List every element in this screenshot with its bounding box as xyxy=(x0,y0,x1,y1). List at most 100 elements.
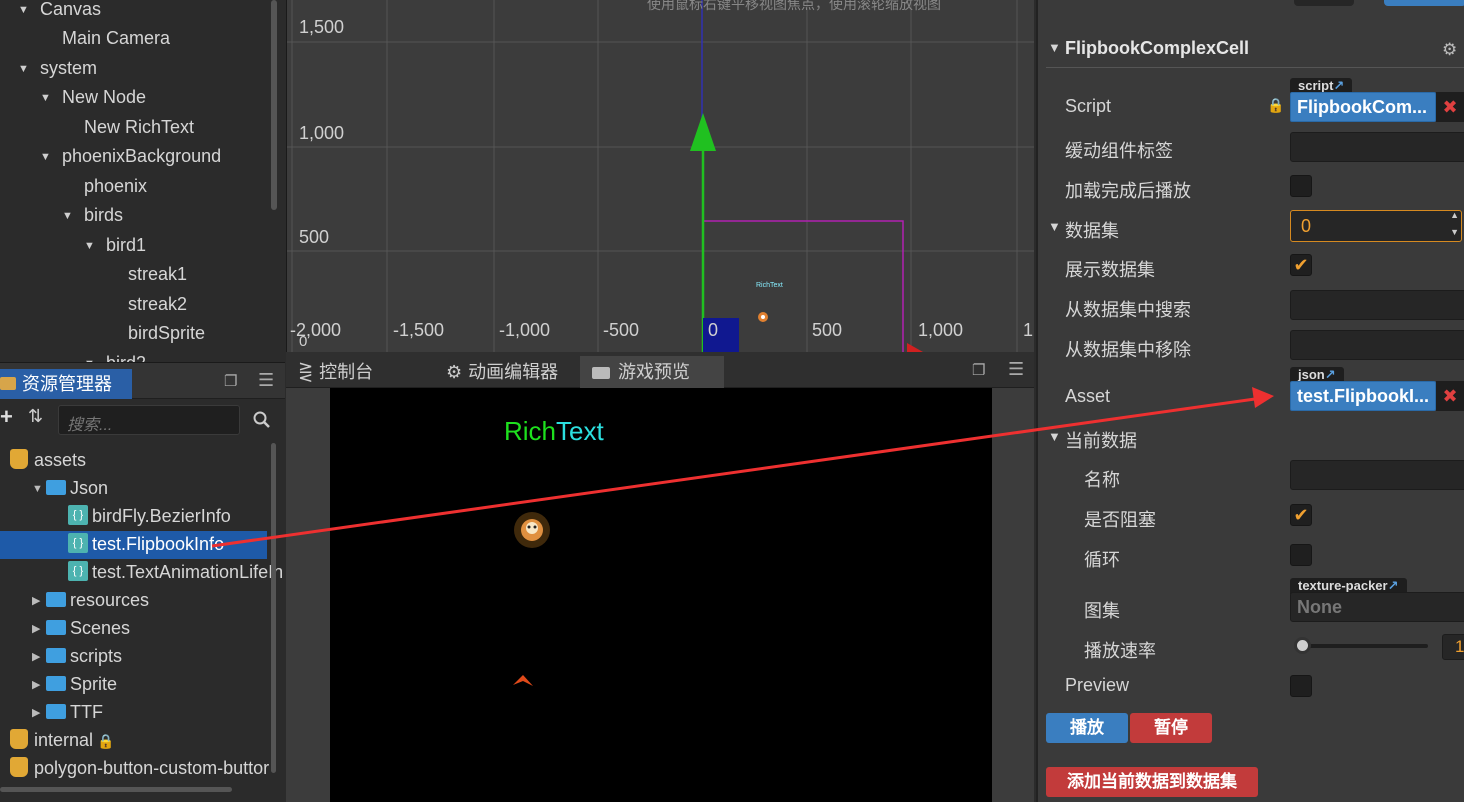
inspector-top-button[interactable] xyxy=(1384,0,1464,6)
external-link-icon[interactable]: ↗ xyxy=(1388,578,1399,593)
expand-arrow-icon[interactable]: ▶ xyxy=(32,588,46,614)
blocking-checkbox[interactable]: ✔ xyxy=(1290,504,1312,526)
menu-icon[interactable]: ☰ xyxy=(258,370,274,391)
play-button[interactable]: 播放 xyxy=(1046,713,1128,743)
menu-icon[interactable]: ☰ xyxy=(1008,359,1024,380)
tree-node[interactable]: ▼ Canvas xyxy=(0,0,101,27)
atlas-field[interactable]: None xyxy=(1290,592,1464,622)
add-to-dataset-button[interactable]: 添加当前数据到数据集 xyxy=(1046,767,1258,797)
tab-animation-editor[interactable]: ⚙ 动画编辑器 xyxy=(434,356,580,388)
pause-button[interactable]: 暂停 xyxy=(1130,713,1212,743)
tree-node[interactable]: ▼ birds xyxy=(0,204,123,233)
name-label: 名称 xyxy=(1084,470,1120,490)
external-link-icon[interactable]: ↗ xyxy=(1325,367,1336,382)
tab-console[interactable]: ⋛ 控制台 xyxy=(286,356,434,388)
add-icon[interactable]: + xyxy=(0,404,13,430)
expand-arrow-icon[interactable]: ▼ xyxy=(40,146,52,168)
expand-arrow-icon[interactable]: ▼ xyxy=(18,58,30,80)
expand-arrow-icon[interactable]: ▼ xyxy=(32,476,46,502)
asset-item[interactable]: ▼ Json xyxy=(0,475,267,503)
script-asset-field[interactable]: FlipbookCom... xyxy=(1290,92,1436,122)
clear-asset-button[interactable]: ✖ xyxy=(1436,381,1464,411)
y-tick-label: 1,000 xyxy=(299,123,345,143)
increment-icon[interactable]: ▲ xyxy=(1450,210,1459,220)
speed-slider-track[interactable] xyxy=(1300,644,1428,648)
buffer-tag-input[interactable] xyxy=(1290,132,1464,162)
remove-dataset-input[interactable] xyxy=(1290,330,1464,360)
asset-item[interactable]: { } test.FlipbookInfo xyxy=(0,531,267,559)
asset-item[interactable]: ▶ scripts xyxy=(0,643,267,671)
speed-input[interactable]: 1 xyxy=(1442,634,1464,660)
speed-slider-handle[interactable] xyxy=(1294,637,1311,654)
asset-item[interactable]: { } birdFly.BezierInfo xyxy=(0,503,267,531)
asset-item-label: test.FlipbookInfo xyxy=(92,534,225,554)
tree-node-label: streak2 xyxy=(128,294,188,314)
asset-item[interactable]: ▶ Scenes xyxy=(0,615,267,643)
clear-script-button[interactable]: ✖ xyxy=(1436,92,1464,122)
name-input[interactable] xyxy=(1290,460,1464,490)
tab-assets-label: 资源管理器 xyxy=(22,374,112,394)
tree-node-label: Main Camera xyxy=(62,28,171,48)
assets-hscrollbar[interactable] xyxy=(0,787,232,792)
tree-node[interactable]: phoenix xyxy=(0,175,147,204)
tree-node[interactable]: New RichText xyxy=(0,116,194,145)
expand-arrow-icon[interactable]: ▼ xyxy=(40,87,52,109)
x-tick-label: -500 xyxy=(603,320,640,340)
tree-node[interactable]: ▼ bird1 xyxy=(0,234,146,263)
asset-item[interactable]: internal 🔒 xyxy=(0,727,267,755)
loop-checkbox[interactable] xyxy=(1290,544,1312,566)
preview-checkbox[interactable] xyxy=(1290,675,1312,697)
rich-text: RichText xyxy=(504,416,604,447)
asset-item[interactable]: ▶ Sprite xyxy=(0,671,267,699)
tree-node[interactable]: ▼ phoenixBackground xyxy=(0,145,221,174)
show-dataset-checkbox[interactable]: ✔ xyxy=(1290,254,1312,276)
tree-node[interactable]: ▼ bird2 xyxy=(0,352,146,362)
collapse-arrow-icon[interactable]: ▼ xyxy=(1048,219,1061,234)
inspector-top-button[interactable] xyxy=(1294,0,1354,6)
asset-item[interactable]: ▶ resources xyxy=(0,587,267,615)
asset-item[interactable]: polygon-button-custom-buttor xyxy=(0,755,269,783)
tree-node[interactable]: Main Camera xyxy=(0,27,170,56)
maximize-icon[interactable]: ❐ xyxy=(224,372,237,390)
game-canvas[interactable]: RichText xyxy=(330,388,992,802)
tab-assets[interactable]: 资源管理器 xyxy=(0,369,132,399)
expand-arrow-icon[interactable]: ▶ xyxy=(32,672,46,698)
decrement-icon[interactable]: ▼ xyxy=(1450,227,1459,237)
expand-arrow-icon[interactable]: ▶ xyxy=(32,700,46,726)
scene-view[interactable]: 使用鼠标右键平移视图焦点，使用滚轮缩放视图 1,500 1,000 500 0 … xyxy=(286,0,1034,352)
tree-node[interactable]: streak1 xyxy=(0,263,187,292)
maximize-icon[interactable]: ❐ xyxy=(972,361,985,379)
tree-node[interactable]: streak2 xyxy=(0,293,187,322)
tree-node[interactable]: birdSprite xyxy=(0,322,205,351)
collapse-arrow-icon[interactable]: ▼ xyxy=(1048,40,1061,55)
expand-arrow-icon[interactable]: ▶ xyxy=(32,644,46,670)
assets-search-input[interactable]: 搜索... xyxy=(58,405,240,435)
external-link-icon[interactable]: ↗ xyxy=(1333,78,1344,93)
search-dataset-input[interactable] xyxy=(1290,290,1464,320)
sort-icon[interactable]: ⇅ xyxy=(28,406,43,427)
asset-item[interactable]: ▶ TTF xyxy=(0,699,267,727)
tree-node[interactable]: ▼ system xyxy=(0,57,97,86)
expand-arrow-icon[interactable]: ▼ xyxy=(62,205,74,227)
expand-arrow-icon[interactable]: ▼ xyxy=(18,0,30,21)
asset-item[interactable]: ▼assets xyxy=(0,447,267,475)
tab-game-preview[interactable]: 游戏预览 xyxy=(580,356,724,388)
asset-item[interactable]: { } test.TextAnimationLifeIn xyxy=(0,559,283,587)
assets-scrollbar[interactable] xyxy=(271,443,276,773)
rich-text-cyan: Text xyxy=(556,416,604,446)
gear-icon[interactable]: ⚙ xyxy=(1442,40,1457,60)
tree-node[interactable]: ▼ New Node xyxy=(0,86,146,115)
expand-arrow-icon[interactable]: ▼ xyxy=(84,353,96,362)
dataset-number-input[interactable]: 0 ▲ ▼ xyxy=(1290,210,1462,242)
expand-arrow-icon[interactable]: ▼ xyxy=(84,235,96,257)
tree-node-label: New Node xyxy=(62,87,147,107)
tree-node-label: phoenix xyxy=(84,176,148,196)
autoplay-checkbox[interactable] xyxy=(1290,175,1312,197)
dataset-value: 0 xyxy=(1301,216,1312,236)
hierarchy-scrollbar[interactable] xyxy=(271,0,277,210)
scene-richtext-node[interactable]: RichText xyxy=(756,282,783,289)
asset-field[interactable]: test.FlipbookI... xyxy=(1290,381,1436,411)
expand-arrow-icon[interactable]: ▶ xyxy=(32,616,46,642)
collapse-arrow-icon[interactable]: ▼ xyxy=(1048,429,1061,444)
search-icon[interactable] xyxy=(253,411,271,429)
